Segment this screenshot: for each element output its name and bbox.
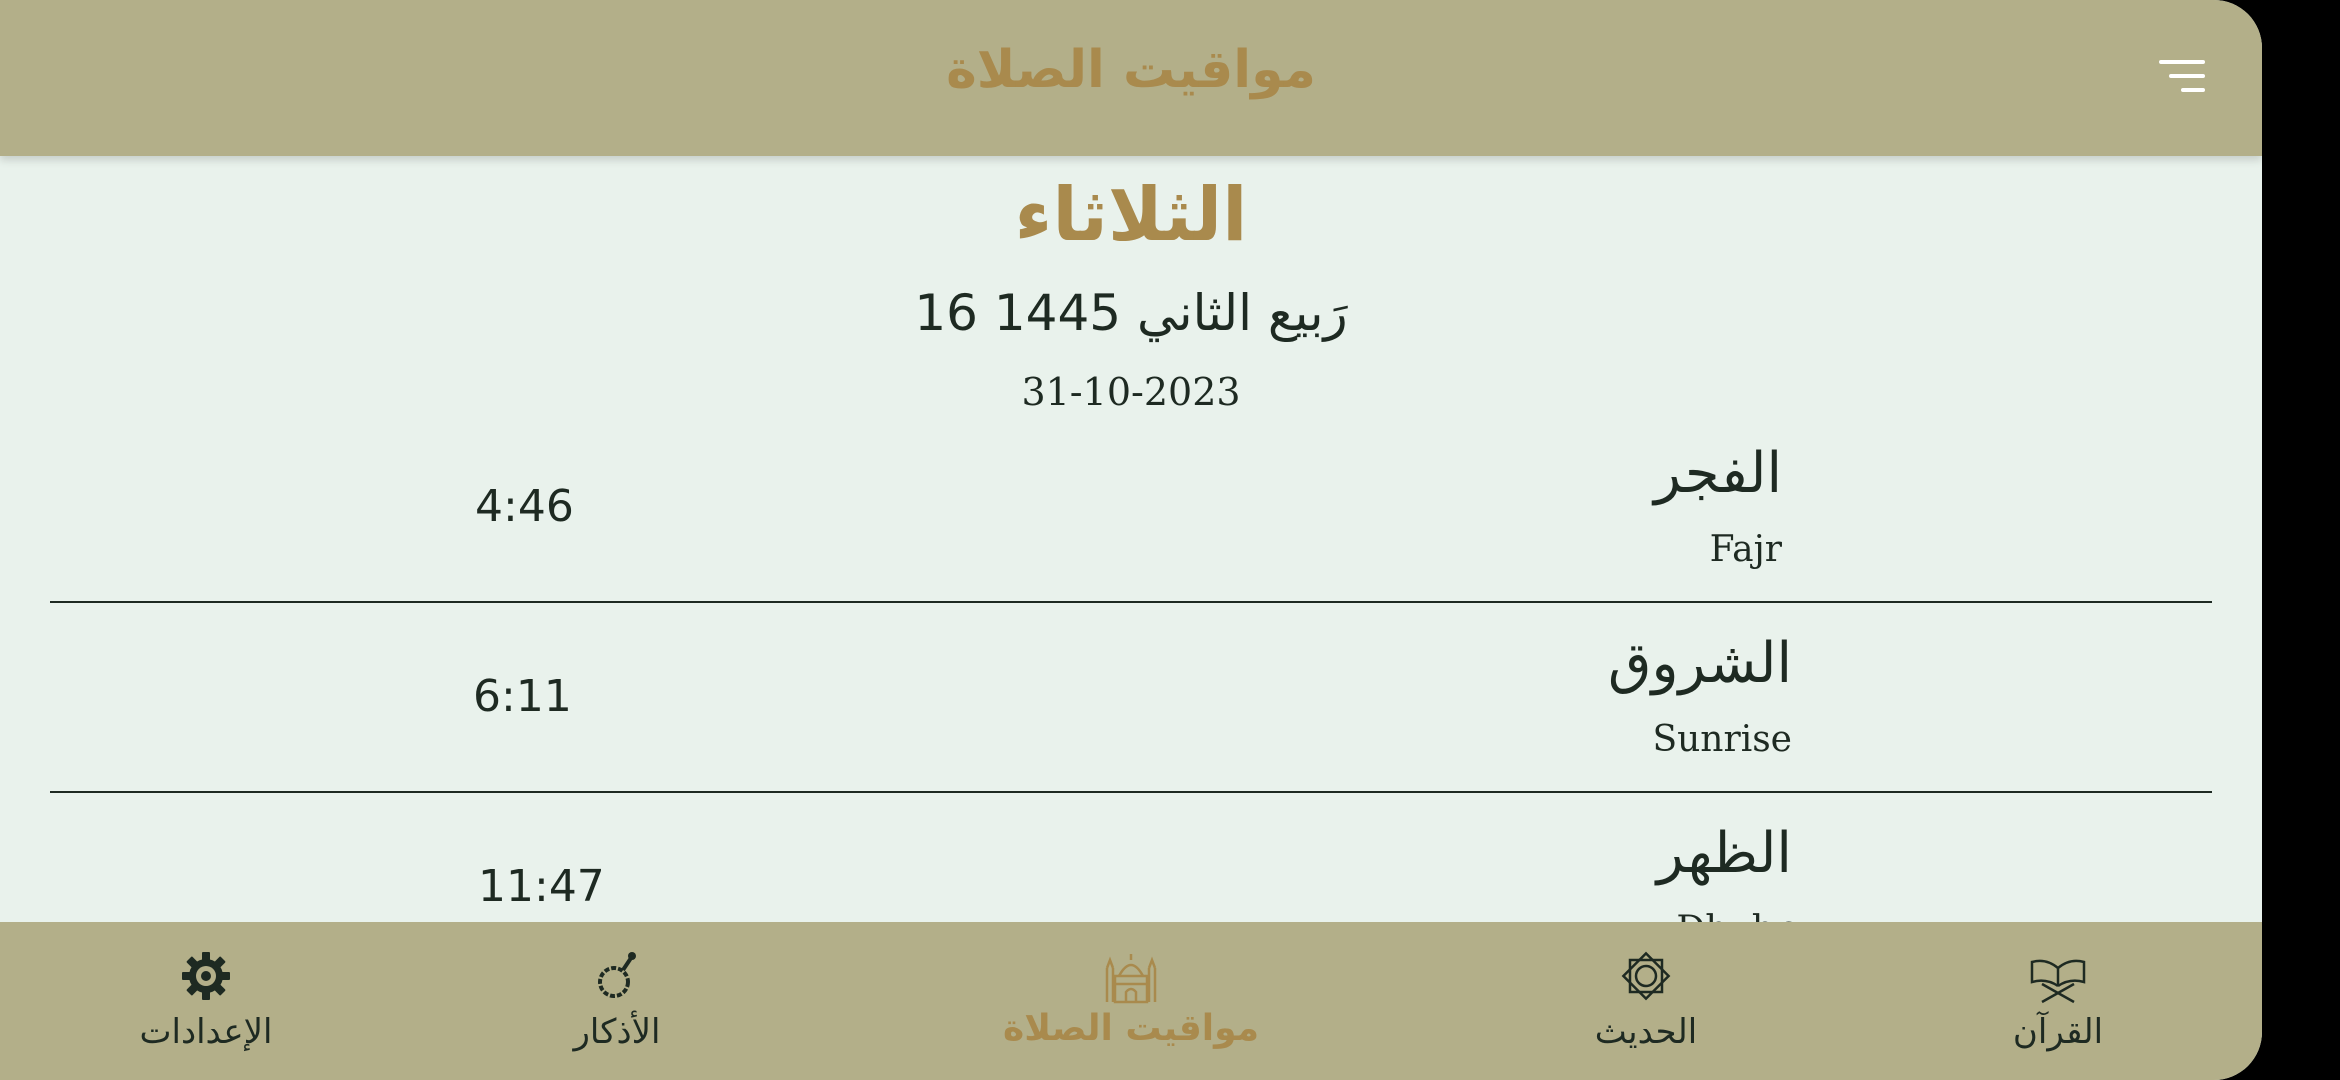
gregorian-date: 31-10-2023: [1021, 370, 1241, 414]
nav-settings[interactable]: الإعدادات: [56, 922, 356, 1080]
divider: [50, 791, 2212, 793]
page-title: مواقيت الصلاة: [946, 40, 1316, 100]
prayer-time: 4:46: [475, 481, 574, 532]
nav-label: مواقيت الصلاة: [1002, 1008, 1260, 1049]
menu-icon[interactable]: [2159, 58, 2207, 94]
prayer-name-arabic: الفجر: [1654, 441, 1782, 506]
prayer-name-english: Sunrise: [1652, 719, 1792, 760]
nav-adhkar[interactable]: الأذكار: [467, 922, 767, 1080]
nav-label: القرآن: [2012, 1012, 2104, 1052]
bottom-navigation: الإعدادات الأذكار مواقيت الصلاة الحديث ا…: [0, 922, 2262, 1080]
star-icon: [1621, 951, 1671, 1001]
prayer-time: 11:47: [478, 861, 605, 912]
nav-label: الإعدادات: [139, 1012, 273, 1052]
prayer-name-arabic: الشروق: [1608, 631, 1792, 696]
day-name: الثلاثاء: [1014, 172, 1248, 258]
prayer-times-content: الثلاثاء 16 رَبيع الثاني 1445 31-10-2023…: [0, 156, 2262, 950]
app-screen: مواقيت الصلاة الثلاثاء 16 رَبيع الثاني 1…: [0, 0, 2262, 1080]
quran-book-icon: [2030, 959, 2086, 1004]
nav-hadith[interactable]: الحديث: [1496, 922, 1796, 1080]
nav-label: الحديث: [1594, 1012, 1698, 1052]
prayer-beads-icon: [598, 952, 636, 998]
mosque-icon: [1105, 954, 1157, 1004]
prayer-time: 6:11: [473, 671, 572, 722]
divider: [50, 601, 2212, 603]
nav-quran[interactable]: القرآن: [1908, 922, 2208, 1080]
top-app-bar: مواقيت الصلاة: [0, 0, 2262, 156]
prayer-name-arabic: الظهر: [1656, 821, 1792, 886]
gear-icon: [182, 952, 230, 1000]
nav-prayer-times[interactable]: مواقيت الصلاة: [981, 922, 1281, 1080]
hijri-date: 16 رَبيع الثاني 1445: [914, 284, 1348, 342]
nav-label: الأذكار: [573, 1012, 661, 1052]
prayer-name-english: Fajr: [1709, 529, 1782, 570]
